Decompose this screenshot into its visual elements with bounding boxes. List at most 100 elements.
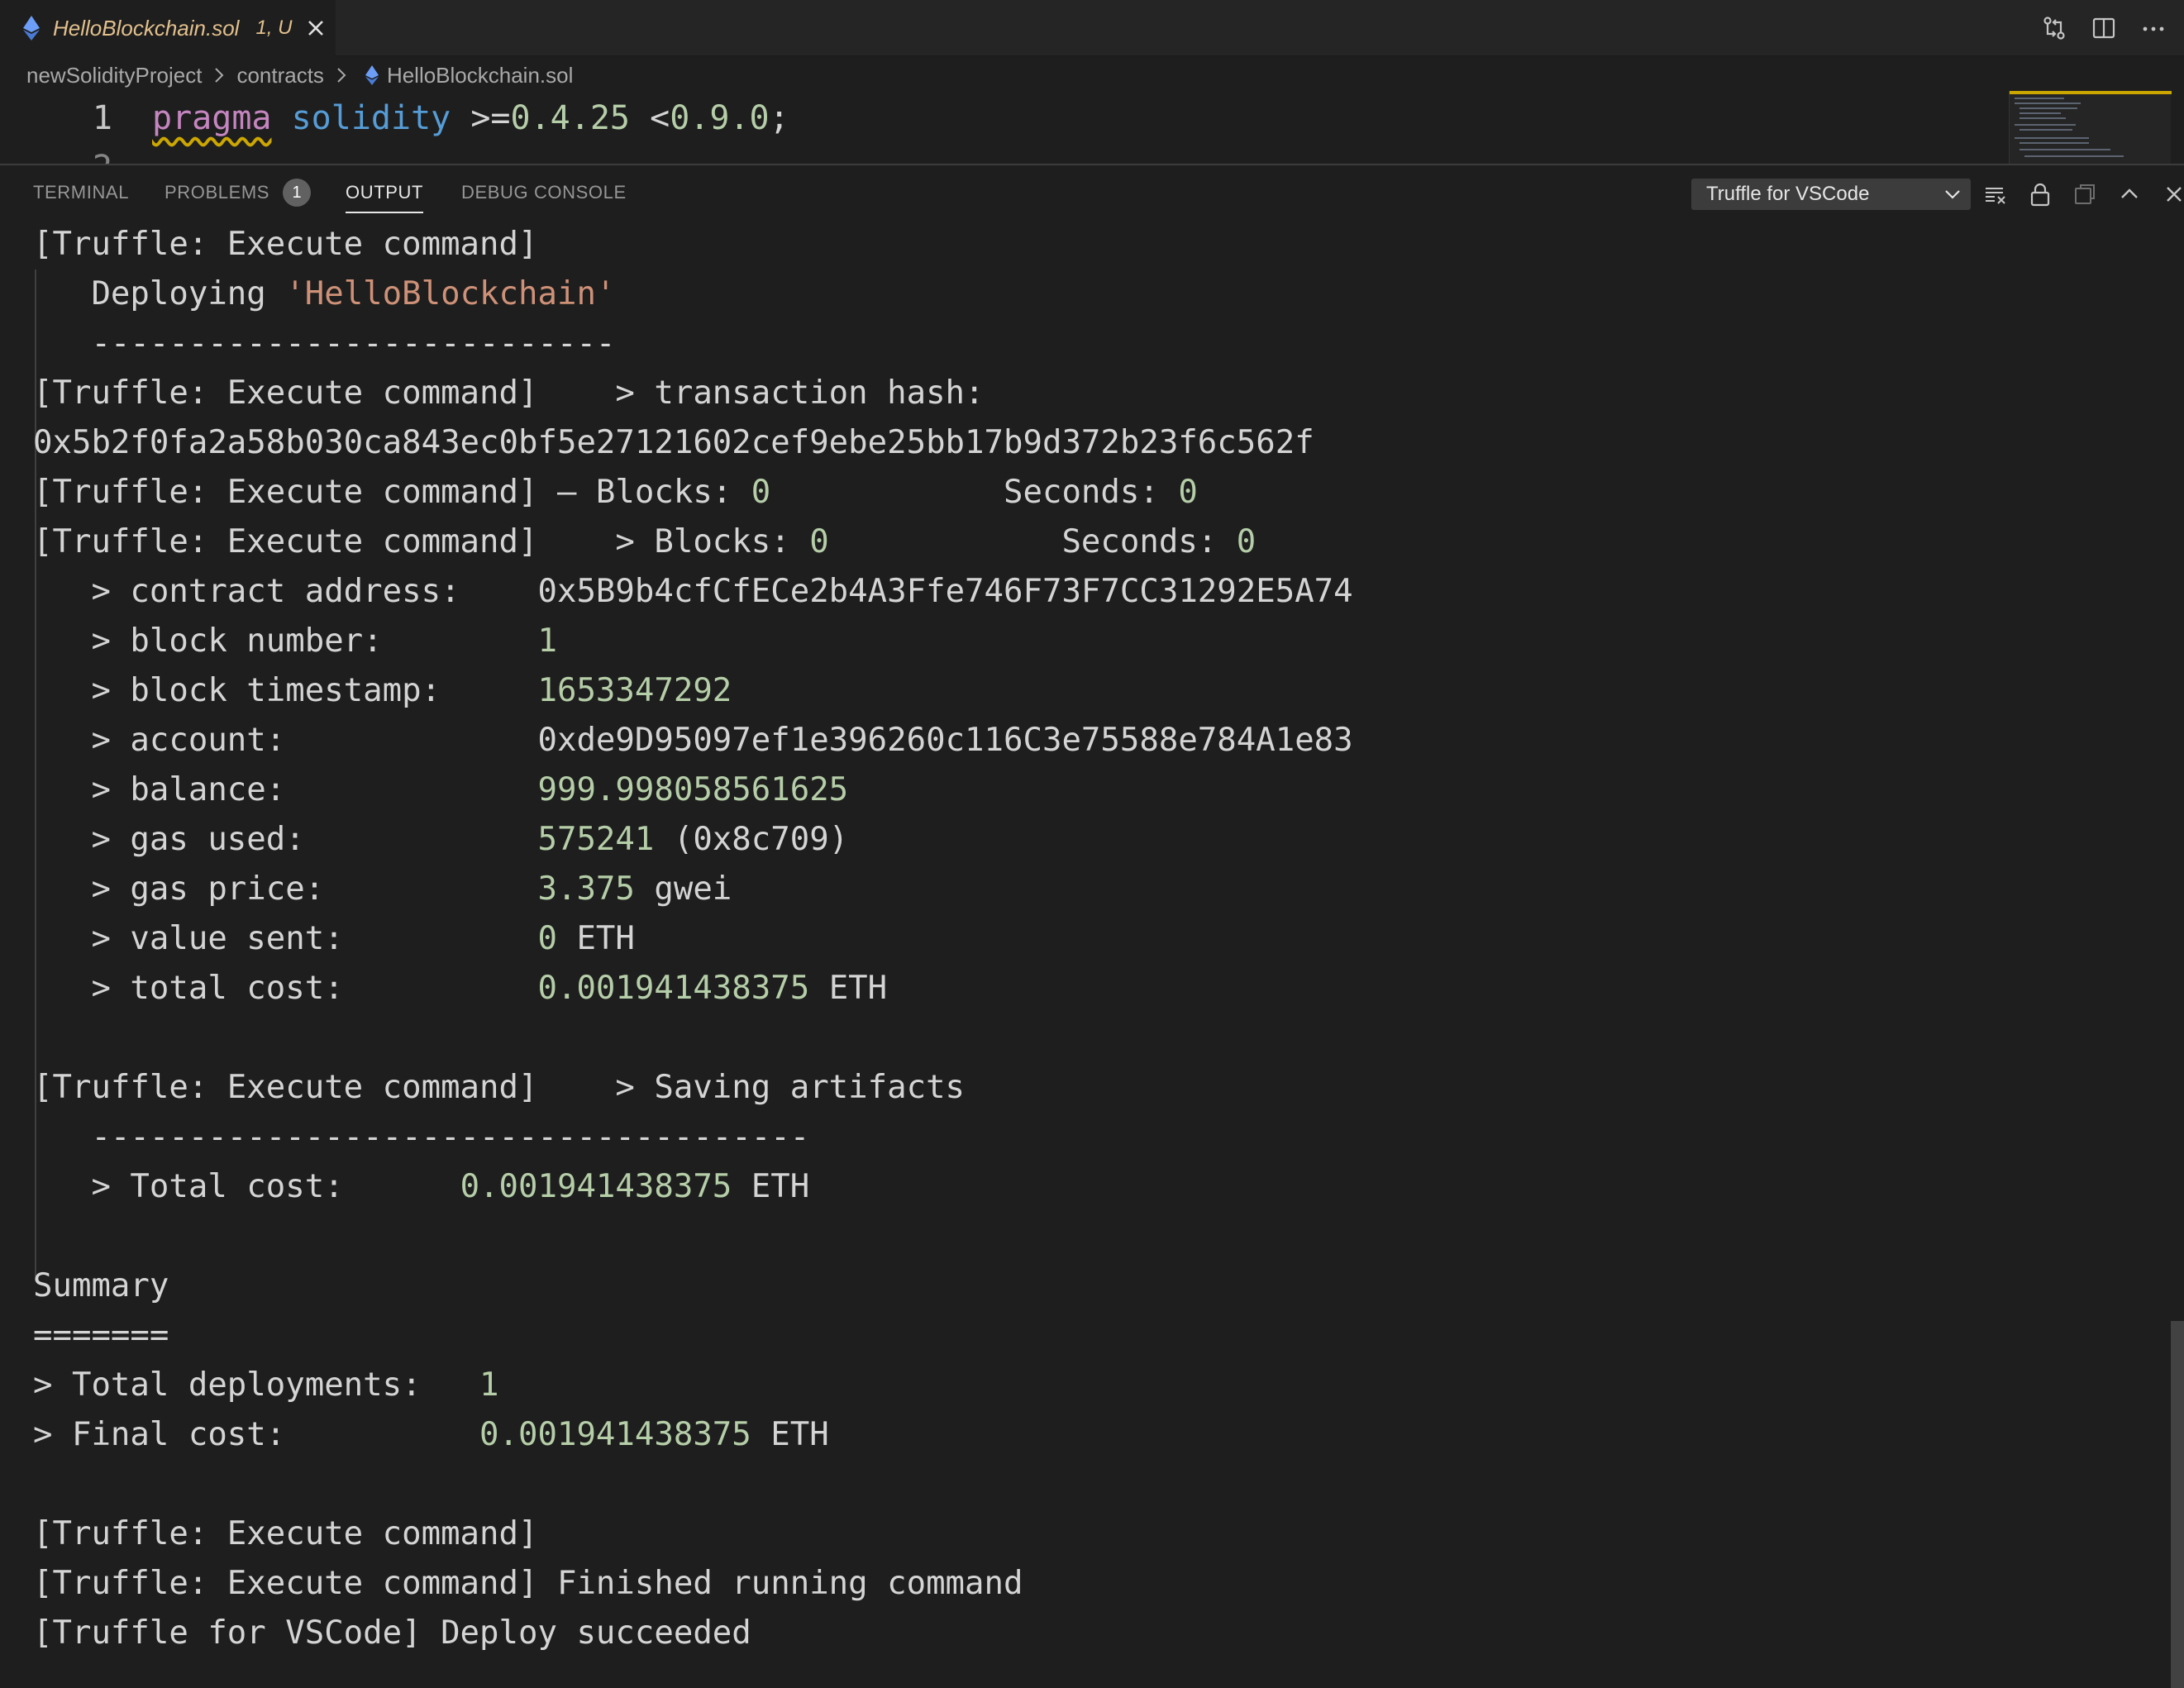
output-line: > Total cost: 0.001941438375 ETH — [33, 1162, 809, 1212]
output-number: 0 — [809, 523, 829, 560]
lock-scroll-icon[interactable] — [2027, 181, 2053, 207]
chevron-right-icon — [337, 68, 346, 83]
output-number: 0 — [751, 474, 771, 511]
output-label: > Total cost: — [33, 1168, 460, 1205]
code-editor[interactable]: 1 2 pragma solidity >=0.4.25 <0.9.0; — [0, 94, 2184, 164]
output-label: > gas used: — [33, 821, 538, 858]
total-cost-value: 0.001941438375 — [460, 1168, 732, 1205]
output-line: > gas used: 575241 (0x8c709) — [33, 815, 848, 865]
output-label: > value sent: — [33, 920, 538, 957]
output-line: [Truffle: Execute command] Finished runn… — [33, 1565, 1023, 1602]
split-editor-icon[interactable] — [2090, 14, 2118, 42]
block-timestamp-value: 1653347292 — [537, 672, 732, 709]
output-line: [Truffle: Execute command] – Blocks: 0 S… — [33, 468, 1198, 517]
ethereum-icon — [365, 65, 379, 85]
value-sent-value: 0 — [537, 920, 557, 957]
output-text: Seconds: — [770, 474, 1179, 511]
breadcrumb-item-file[interactable]: HelloBlockchain.sol — [387, 63, 573, 88]
output-label: > balance: — [33, 771, 538, 808]
panel-actions — [1982, 179, 2184, 210]
line-number: 1 — [92, 99, 112, 137]
operator: < — [650, 99, 670, 137]
output-label: > account: — [33, 722, 538, 759]
minimap-line — [2019, 149, 2110, 150]
minimap-line — [2015, 103, 2081, 104]
balance-value: 999.998058561625 — [537, 771, 849, 808]
contract-address-value: 0x5B9b4cfCfECe2b4A3Ffe746F73F7CC31292E5A… — [537, 573, 1353, 610]
tab-output[interactable]: OUTPUT — [346, 165, 424, 220]
final-cost-value: 0.001941438375 — [479, 1416, 751, 1453]
minimap-line — [2019, 142, 2089, 144]
editor-actions — [2040, 0, 2184, 56]
output-line: ======= — [33, 1317, 169, 1354]
breadcrumb-item-contracts[interactable]: contracts — [236, 63, 324, 88]
output-line: ------------------------------------- — [33, 1118, 810, 1156]
minimap-line — [2015, 137, 2089, 139]
editor-tab-helloblockchain[interactable]: HelloBlockchain.sol 1, U — [0, 0, 336, 56]
output-contract-name: 'HelloBlockchain' — [285, 275, 616, 312]
tab-debug-console[interactable]: DEBUG CONSOLE — [461, 165, 627, 220]
output-line: > gas price: 3.375 gwei — [33, 865, 732, 914]
panel-header: TERMINAL PROBLEMS 1 OUTPUT DEBUG CONSOLE… — [0, 164, 2184, 220]
output-line: > total cost: 0.001941438375 ETH — [33, 964, 887, 1013]
output-text: [Truffle: Execute command] – Blocks: — [33, 474, 751, 511]
summary-heading: Summary — [33, 1267, 169, 1304]
minimap-line — [2019, 112, 2061, 114]
minimap-slider[interactable] — [2010, 91, 2172, 94]
output-label: > gas price: — [33, 870, 538, 908]
tab-terminal[interactable]: TERMINAL — [33, 165, 129, 220]
tab-label: TERMINAL — [33, 182, 130, 203]
gas-used-value: 575241 — [537, 821, 655, 858]
minimap-line — [2019, 129, 2072, 131]
output-line: > Total deployments: 1 — [33, 1361, 499, 1410]
chevron-down-icon — [1945, 190, 1960, 199]
gas-price-value: 3.375 — [537, 870, 635, 908]
output-line: [Truffle: Execute command] > Blocks: 0 S… — [33, 517, 1256, 567]
gas-price-unit: gwei — [634, 870, 732, 908]
output-panel[interactable]: [Truffle: Execute command] Deploying 'He… — [0, 220, 2166, 1688]
breadcrumb-item-project[interactable]: newSolidityProject — [26, 63, 202, 88]
source-control-compare-icon[interactable] — [2040, 14, 2068, 42]
output-line: > account: 0xde9D95097ef1e396260c116C3e7… — [33, 716, 1353, 765]
output-line: --------------------------- — [33, 325, 616, 362]
output-line: > balance: 999.998058561625 — [33, 765, 848, 815]
editor-tab-bar: HelloBlockchain.sol 1, U — [0, 0, 2184, 56]
output-line: Deploying 'HelloBlockchain' — [33, 269, 615, 319]
clear-output-icon[interactable] — [1982, 181, 2009, 207]
open-in-editor-icon[interactable] — [2072, 181, 2098, 207]
problems-count-badge: 1 — [283, 179, 312, 207]
tab-problem-status: 1, U — [255, 17, 293, 39]
output-label: > Total deployments: — [33, 1366, 480, 1404]
minimap[interactable] — [2009, 91, 2172, 164]
tab-label: OUTPUT — [346, 182, 424, 203]
account-value: 0xde9D95097ef1e396260c116C3e75588e784A1e… — [537, 722, 1353, 759]
solidity-identifier: solidity — [291, 99, 451, 137]
value-sent-unit: ETH — [556, 920, 635, 957]
output-text: [Truffle: Execute command] > Blocks: — [33, 523, 810, 560]
output-channel-select[interactable]: Truffle for VSCode — [1691, 179, 1971, 210]
output-text: Deploying — [33, 275, 286, 312]
output-line: > Final cost: 0.001941438375 ETH — [33, 1410, 829, 1460]
version-number: 0.4.25 — [510, 99, 631, 137]
output-number: 0 — [1178, 474, 1198, 511]
code-line[interactable]: pragma solidity >=0.4.25 <0.9.0; — [152, 99, 789, 137]
gas-used-hex: (0x8c709) — [654, 821, 849, 858]
tab-problems[interactable]: PROBLEMS 1 — [165, 165, 312, 220]
maximize-panel-icon[interactable] — [2116, 181, 2143, 207]
output-scrollbar-thumb[interactable] — [2171, 1321, 2184, 1688]
output-line: [Truffle: Execute command] > transaction… — [33, 374, 985, 412]
total-cost-value: 0.001941438375 — [537, 970, 810, 1007]
minimap-line — [2024, 155, 2124, 157]
ethereum-icon — [23, 16, 40, 41]
output-number: 0 — [1236, 523, 1257, 560]
tab-label: PROBLEMS — [165, 182, 270, 203]
close-panel-icon[interactable] — [2161, 181, 2184, 207]
pragma-keyword: pragma — [152, 99, 272, 137]
output-channel-value: Truffle for VSCode — [1706, 183, 1870, 205]
chevron-right-icon — [215, 68, 224, 83]
minimap-line — [2019, 117, 2066, 119]
output-line: > contract address: 0x5B9b4cfCfECe2b4A3F… — [33, 567, 1353, 617]
close-icon[interactable] — [301, 13, 331, 43]
more-actions-icon[interactable] — [2139, 14, 2167, 42]
minimap-line — [2019, 107, 2077, 109]
